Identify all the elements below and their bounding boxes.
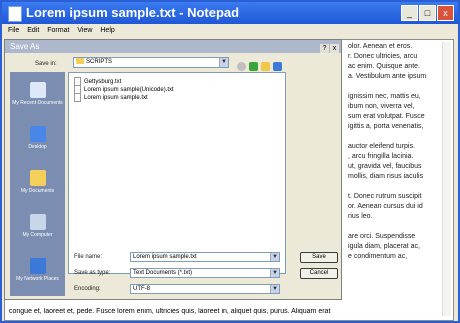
maximize-button[interactable]: □ xyxy=(419,5,436,21)
place-my-computer[interactable]: My Computer xyxy=(10,214,65,238)
title-bar[interactable]: Lorem ipsum sample.txt - Notepad _ □ x xyxy=(2,2,458,24)
editor-line: ignissim nec, mattis eu, xyxy=(348,93,421,100)
save-button[interactable]: Save xyxy=(300,252,338,263)
editor-line: , arcu fringilla lacinia. xyxy=(348,153,414,160)
place-label: My Recent Documents xyxy=(12,100,63,106)
place-label: My Documents xyxy=(20,188,55,194)
chevron-down-icon[interactable]: ▼ xyxy=(270,253,279,261)
dialog-title: Save As xyxy=(10,42,40,51)
editor-bottom-line: congue et, laoreet et, pede. Fusce lorem… xyxy=(9,308,331,315)
save-as-type-label: Save as type: xyxy=(74,270,111,276)
encoding-label: Encoding: xyxy=(74,286,101,292)
window-title: Lorem ipsum sample.txt - Notepad xyxy=(26,5,240,20)
editor-line: ibum non, viverra vel, xyxy=(348,103,415,110)
save-as-dialog: Save As ? x Save in: SCRIPTS ▼ My Recent … xyxy=(4,39,342,300)
menu-edit[interactable]: Edit xyxy=(27,27,39,34)
recent-documents-icon xyxy=(29,82,46,98)
network-places-icon xyxy=(29,258,46,274)
place-label: My Network Places xyxy=(16,276,59,282)
place-my-network-places[interactable]: My Network Places xyxy=(10,258,65,282)
file-name-input[interactable]: Lorem ipsum sample.txt ▼ xyxy=(130,252,280,262)
view-menu-icon[interactable] xyxy=(273,62,282,71)
editor-visible-text: olor. Aenean et eros. r. Donec ultricies… xyxy=(348,42,450,262)
menu-view[interactable]: View xyxy=(77,27,92,34)
editor-line: rius leo. xyxy=(348,213,373,220)
list-item[interactable]: Lorem ipsum sample.txt xyxy=(74,93,148,102)
file-list[interactable]: Gettysburg.txt Lorem ipsum sample(Unicod… xyxy=(68,72,286,274)
minimize-button[interactable]: _ xyxy=(401,5,418,21)
encoding-dropdown[interactable]: UTF-8 ▼ xyxy=(130,284,280,294)
save-in-value: SCRIPTS xyxy=(86,59,113,65)
save-as-type-value: Text Documents (*.txt) xyxy=(133,270,193,276)
editor-line: olor. Aenean et eros. xyxy=(348,43,413,50)
dialog-close-button[interactable]: x xyxy=(330,44,339,53)
notepad-window: Lorem ipsum sample.txt - Notepad _ □ x Fil… xyxy=(0,0,460,323)
menu-help[interactable]: Help xyxy=(100,27,114,34)
cancel-button[interactable]: Cancel xyxy=(300,268,338,279)
close-button[interactable]: x xyxy=(437,5,454,21)
editor-line: a. Vestibulum ante ipsum xyxy=(348,73,427,80)
editor-line: sum erat volutpat. Fusce xyxy=(348,113,425,120)
back-icon[interactable] xyxy=(237,62,246,71)
editor-line: or. Aenean cursus dui id xyxy=(348,203,423,210)
chevron-down-icon[interactable]: ▼ xyxy=(270,285,279,293)
save-in-dropdown[interactable]: SCRIPTS ▼ xyxy=(73,57,229,68)
editor-line: are orci. Suspendisse xyxy=(348,233,416,240)
folder-icon xyxy=(76,58,84,65)
file-name-text: Lorem ipsum sample.txt xyxy=(84,95,148,102)
new-folder-icon[interactable] xyxy=(261,62,270,71)
up-folder-icon[interactable] xyxy=(249,62,258,71)
editor-line: e condimentum ac, xyxy=(348,253,408,260)
chevron-down-icon[interactable]: ▼ xyxy=(270,269,279,277)
menu-file[interactable]: File xyxy=(8,27,19,34)
places-bar: My Recent Documents Desktop My Documents… xyxy=(10,72,65,296)
dialog-title-bar[interactable]: Save As ? x xyxy=(5,40,341,53)
place-label: My Computer xyxy=(22,232,53,238)
editor-line: mollis, diam risus iaculis xyxy=(348,173,424,180)
place-my-recent-documents[interactable]: My Recent Documents xyxy=(10,82,65,106)
editor-line: igittis a, porta venenatis, xyxy=(348,123,424,130)
editor-line: ut, gravida vel, faucibus xyxy=(348,163,422,170)
file-name-label: File name: xyxy=(74,254,103,260)
place-desktop[interactable]: Desktop xyxy=(10,126,65,150)
my-documents-icon xyxy=(29,170,46,186)
save-as-type-dropdown[interactable]: Text Documents (*.txt) ▼ xyxy=(130,268,280,278)
editor-line: r. Donec ultricies, arcu xyxy=(348,53,418,60)
place-my-documents[interactable]: My Documents xyxy=(10,170,65,194)
vertical-scrollbar[interactable] xyxy=(442,42,451,316)
my-computer-icon xyxy=(29,214,46,230)
save-in-label: Save in: xyxy=(35,61,57,67)
encoding-value: UTF-8 xyxy=(133,286,150,292)
editor-line: ac enim. Quisque ante. xyxy=(348,63,420,70)
menu-bar: File Edit Format View Help xyxy=(2,24,458,38)
editor-line: auctor eleifend turpis. xyxy=(348,143,415,150)
dialog-help-button[interactable]: ? xyxy=(320,44,329,53)
desktop-icon xyxy=(29,126,46,142)
notepad-icon xyxy=(8,6,22,22)
text-file-icon xyxy=(74,93,81,102)
editor-line: igula diam, placerat ac, xyxy=(348,243,420,250)
file-name-input-value: Lorem ipsum sample.txt xyxy=(133,254,197,260)
place-label: Desktop xyxy=(28,144,47,150)
chevron-down-icon[interactable]: ▼ xyxy=(219,58,228,67)
editor-line: t. Donec rutrum suscipit xyxy=(348,193,422,200)
menu-format[interactable]: Format xyxy=(47,27,69,34)
